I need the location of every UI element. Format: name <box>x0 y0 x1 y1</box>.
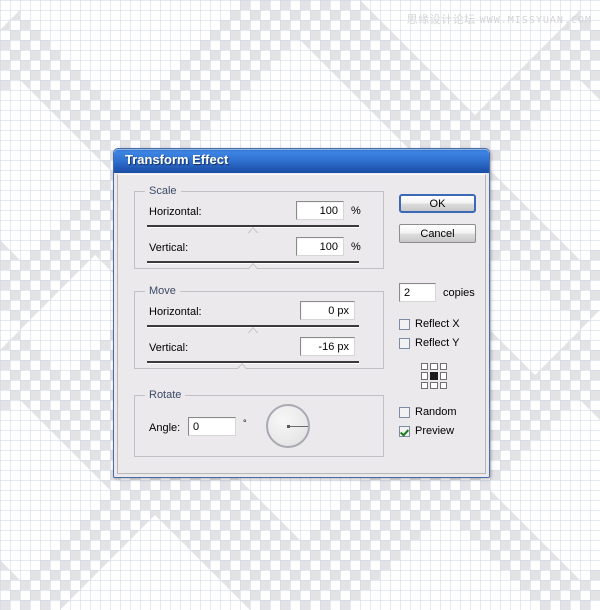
watermark-url: WWW.MISSYUAN.COM <box>479 15 592 26</box>
move-vertical-input[interactable]: -16 px <box>300 337 355 356</box>
angle-dial-hub <box>287 425 290 428</box>
scale-vertical-input[interactable]: 100 <box>296 237 344 256</box>
dialog-titlebar[interactable]: Transform Effect <box>114 149 489 173</box>
random-checkbox[interactable] <box>399 406 410 418</box>
dialog-body: Scale Horizontal: 100 % Vertical: 100 % … <box>117 174 486 474</box>
random-row[interactable]: Random <box>399 406 457 418</box>
preview-row[interactable]: Preview <box>399 425 454 437</box>
rotate-angle-label: Angle: <box>149 422 181 434</box>
slider-thumb[interactable] <box>248 263 258 269</box>
slider-thumb[interactable] <box>237 363 247 369</box>
move-vertical-slider[interactable] <box>147 361 359 371</box>
anchor-cell-top-right[interactable] <box>439 363 447 371</box>
reflect-y-label: Reflect Y <box>415 337 460 349</box>
watermark-cn: 思缘设计论坛 <box>406 13 476 26</box>
scale-vertical-unit: % <box>351 241 361 253</box>
move-horizontal-slider[interactable] <box>147 325 359 335</box>
copies-input[interactable]: 2 <box>399 283 436 302</box>
scale-vertical-slider[interactable] <box>147 261 359 271</box>
preview-label: Preview <box>415 425 455 437</box>
copies-label: copies <box>443 287 475 299</box>
reflect-x-label: Reflect X <box>415 318 460 330</box>
scale-horizontal-unit: % <box>351 205 361 217</box>
move-horizontal-input[interactable]: 0 px <box>300 301 355 320</box>
scale-group: Scale Horizontal: 100 % Vertical: 100 % <box>134 185 384 271</box>
rotate-group: Rotate Angle: 0 ° <box>134 389 384 457</box>
scale-vertical-label: Vertical: <box>149 242 189 254</box>
move-group-title: Move <box>145 285 180 297</box>
watermark: 思缘设计论坛 WWW.MISSYUAN.COM <box>407 11 592 27</box>
dialog-title: Transform Effect <box>125 152 229 167</box>
scale-horizontal-label: Horizontal: <box>149 206 202 218</box>
angle-dial-needle <box>288 426 308 427</box>
anchor-cell-bottom-center[interactable] <box>430 381 438 389</box>
random-label: Random <box>415 406 457 418</box>
anchor-cell-center[interactable] <box>430 372 438 380</box>
preview-checkbox[interactable] <box>399 425 410 437</box>
angle-dial[interactable] <box>266 404 310 448</box>
anchor-cell-bottom-left[interactable] <box>421 381 429 389</box>
reference-point-selector[interactable] <box>421 363 447 389</box>
reflect-x-checkbox[interactable] <box>399 318 410 330</box>
ok-button[interactable]: OK <box>399 194 476 213</box>
anchor-cell-top-left[interactable] <box>421 363 429 371</box>
anchor-cell-middle-left[interactable] <box>421 372 429 380</box>
anchor-cell-top-center[interactable] <box>430 363 438 371</box>
transform-effect-dialog[interactable]: Transform Effect Scale Horizontal: 100 %… <box>113 148 490 478</box>
slider-thumb[interactable] <box>248 327 258 333</box>
reflect-y-row[interactable]: Reflect Y <box>399 337 459 349</box>
reflect-x-row[interactable]: Reflect X <box>399 318 460 330</box>
scale-horizontal-slider[interactable] <box>147 225 359 235</box>
anchor-cell-bottom-right[interactable] <box>439 381 447 389</box>
cancel-button[interactable]: Cancel <box>399 224 476 243</box>
slider-track <box>147 361 359 364</box>
scale-group-title: Scale <box>145 185 181 197</box>
slider-thumb[interactable] <box>248 227 258 233</box>
rotate-angle-input[interactable]: 0 <box>188 417 236 436</box>
rotate-group-title: Rotate <box>145 389 186 401</box>
rotate-angle-unit: ° <box>243 418 247 428</box>
move-vertical-label: Vertical: <box>149 342 189 354</box>
move-group: Move Horizontal: 0 px Vertical: -16 px <box>134 285 384 371</box>
anchor-cell-middle-right[interactable] <box>439 372 447 380</box>
move-horizontal-label: Horizontal: <box>149 306 202 318</box>
reflect-y-checkbox[interactable] <box>399 337 410 349</box>
scale-horizontal-input[interactable]: 100 <box>296 201 344 220</box>
